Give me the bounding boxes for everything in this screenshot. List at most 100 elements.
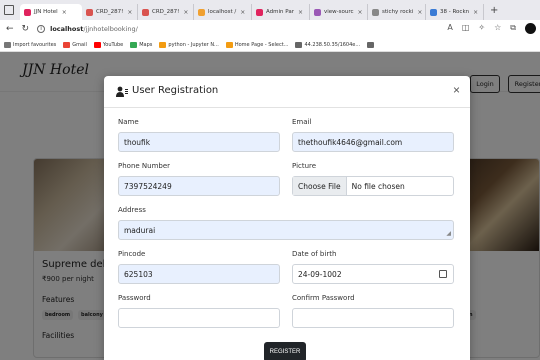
- email-input[interactable]: thethoufik4646@gmail.com: [292, 132, 454, 152]
- dob-input[interactable]: 24-09-1002: [292, 264, 454, 284]
- close-tab-icon[interactable]: ×: [62, 9, 67, 16]
- page-icon: [295, 41, 303, 48]
- collections-icon[interactable]: ⧉: [510, 23, 516, 34]
- tab-title: CRD_287!: [152, 9, 180, 15]
- tab-crd-2[interactable]: CRD_287! ×: [138, 4, 194, 20]
- tab-rockn[interactable]: 38 - Rockn ×: [426, 4, 484, 20]
- url-host: localhost: [50, 25, 84, 33]
- registration-modal: User Registration × Name thoufik Email t…: [104, 76, 470, 360]
- tab-title: Admin Par: [266, 9, 294, 15]
- page-icon: [367, 41, 375, 48]
- jupyter-icon: [159, 41, 167, 48]
- address-bar: ← ↻ i localhost /jjnhotelbooking/ A ◫ ✧ …: [0, 20, 540, 38]
- url-field[interactable]: i localhost /jjnhotelbooking/: [37, 25, 138, 33]
- tab-title: localhost /: [208, 9, 237, 15]
- split-screen-icon[interactable]: ◫: [462, 23, 470, 34]
- email-label: Email: [292, 118, 312, 126]
- modal-header: User Registration ×: [104, 76, 470, 108]
- confirm-password-label: Confirm Password: [292, 294, 355, 302]
- picture-file-input[interactable]: Choose File No file chosen: [292, 176, 454, 196]
- calendar-icon[interactable]: [439, 270, 447, 278]
- confirm-password-input[interactable]: [292, 308, 454, 328]
- tab-favicon-icon: [24, 8, 31, 16]
- back-arrow-icon[interactable]: ←: [6, 24, 14, 34]
- bookmark-label: YouTube: [102, 41, 124, 48]
- favorite-star-icon[interactable]: ☆: [494, 23, 501, 34]
- tab-favicon-icon: [142, 8, 149, 16]
- window-menu-icon[interactable]: [4, 5, 14, 15]
- tab-title: 38 - Rockn: [440, 9, 470, 15]
- tab-title: JJN Hotel: [34, 9, 58, 15]
- url-path: /jjnhotelbooking/: [83, 25, 138, 33]
- page-viewport: JJN Hotel Login Register Supreme delu ₹9…: [0, 52, 540, 360]
- tab-favicon-icon: [198, 8, 205, 16]
- jupyter-icon: [225, 41, 233, 48]
- bookmark-jupyter[interactable]: python - Jupyter N...: [159, 41, 219, 48]
- bookmark-blank[interactable]: [367, 41, 376, 48]
- close-icon[interactable]: ×: [453, 83, 460, 97]
- bookmark-ip-address[interactable]: 44.238.50.35/1604e...: [295, 41, 361, 48]
- maps-icon: [130, 41, 138, 48]
- password-input[interactable]: [118, 308, 280, 328]
- search-icon: [372, 8, 379, 16]
- youtube-icon: [93, 41, 101, 48]
- tab-favicon-icon: [256, 8, 263, 16]
- bookmark-label: Import favourites: [13, 41, 57, 48]
- tab-view-source[interactable]: view-sourc ×: [310, 4, 368, 20]
- new-tab-button[interactable]: +: [490, 5, 498, 16]
- close-tab-icon[interactable]: ×: [358, 9, 363, 16]
- bookmark-home-page[interactable]: Home Page - Select...: [225, 41, 288, 48]
- profile-avatar-icon[interactable]: [525, 23, 536, 34]
- address-value: madurai: [124, 225, 156, 235]
- read-aloud-icon[interactable]: A: [447, 23, 452, 34]
- reload-icon[interactable]: ↻: [22, 24, 30, 34]
- tab-search[interactable]: stichy rocki ×: [368, 4, 426, 20]
- close-tab-icon[interactable]: ×: [127, 9, 132, 16]
- bookmark-label: Maps: [139, 41, 153, 48]
- pincode-input[interactable]: 625103: [118, 264, 280, 284]
- picture-label: Picture: [292, 162, 317, 170]
- tab-crd-1[interactable]: CRD_287! ×: [82, 4, 138, 20]
- dob-label: Date of birth: [292, 250, 337, 258]
- pincode-label: Pincode: [118, 250, 146, 258]
- site-info-icon[interactable]: i: [37, 25, 46, 33]
- tab-jjn-hotel[interactable]: JJN Hotel ×: [20, 4, 82, 20]
- bookmark-gmail[interactable]: Gmail: [63, 41, 87, 48]
- close-tab-icon[interactable]: ×: [417, 9, 422, 16]
- resize-handle-icon[interactable]: ◢: [446, 230, 451, 237]
- tab-favicon-icon: [430, 8, 437, 16]
- phone-input[interactable]: 7397524249: [118, 176, 280, 196]
- bookmark-youtube[interactable]: YouTube: [93, 41, 124, 48]
- tab-localhost[interactable]: localhost / ×: [194, 4, 252, 20]
- password-label: Password: [118, 294, 151, 302]
- tab-favicon-icon: [86, 8, 93, 16]
- bookmark-import-favourites[interactable]: Import favourites: [4, 41, 57, 48]
- tab-favicon-icon: [314, 8, 321, 16]
- gmail-icon: [63, 41, 71, 48]
- choose-file-button[interactable]: Choose File: [293, 177, 347, 195]
- close-tab-icon[interactable]: ×: [298, 9, 303, 16]
- tab-title: stichy rocki: [382, 9, 414, 15]
- toolbar-icons: A ◫ ✧ ☆ ⧉: [447, 23, 536, 34]
- tab-title: view-sourc: [324, 9, 354, 15]
- bookmark-maps[interactable]: Maps: [130, 41, 153, 48]
- phone-label: Phone Number: [118, 162, 171, 170]
- extensions-icon[interactable]: ✧: [478, 23, 485, 34]
- register-submit-button[interactable]: REGISTER: [264, 342, 306, 360]
- tab-title: CRD_287!: [96, 9, 124, 15]
- close-tab-icon[interactable]: ×: [183, 9, 188, 16]
- bookmarks-bar: Import favourites Gmail YouTube Maps pyt…: [0, 38, 540, 52]
- tab-admin-panel[interactable]: Admin Par ×: [252, 4, 310, 20]
- address-textarea[interactable]: madurai ◢: [118, 220, 454, 240]
- name-label: Name: [118, 118, 139, 126]
- bookmark-label: 44.238.50.35/1604e...: [304, 41, 361, 48]
- dob-value: 24-09-1002: [298, 269, 342, 279]
- name-input[interactable]: thoufik: [118, 132, 280, 152]
- browser-tab-bar: JJN Hotel × CRD_287! × CRD_287! × localh…: [0, 0, 540, 20]
- close-tab-icon[interactable]: ×: [240, 9, 245, 16]
- close-tab-icon[interactable]: ×: [473, 9, 478, 16]
- modal-title: User Registration: [132, 85, 219, 96]
- bookmark-label: python - Jupyter N...: [168, 41, 219, 48]
- address-label: Address: [118, 206, 146, 214]
- import-icon: [4, 41, 11, 48]
